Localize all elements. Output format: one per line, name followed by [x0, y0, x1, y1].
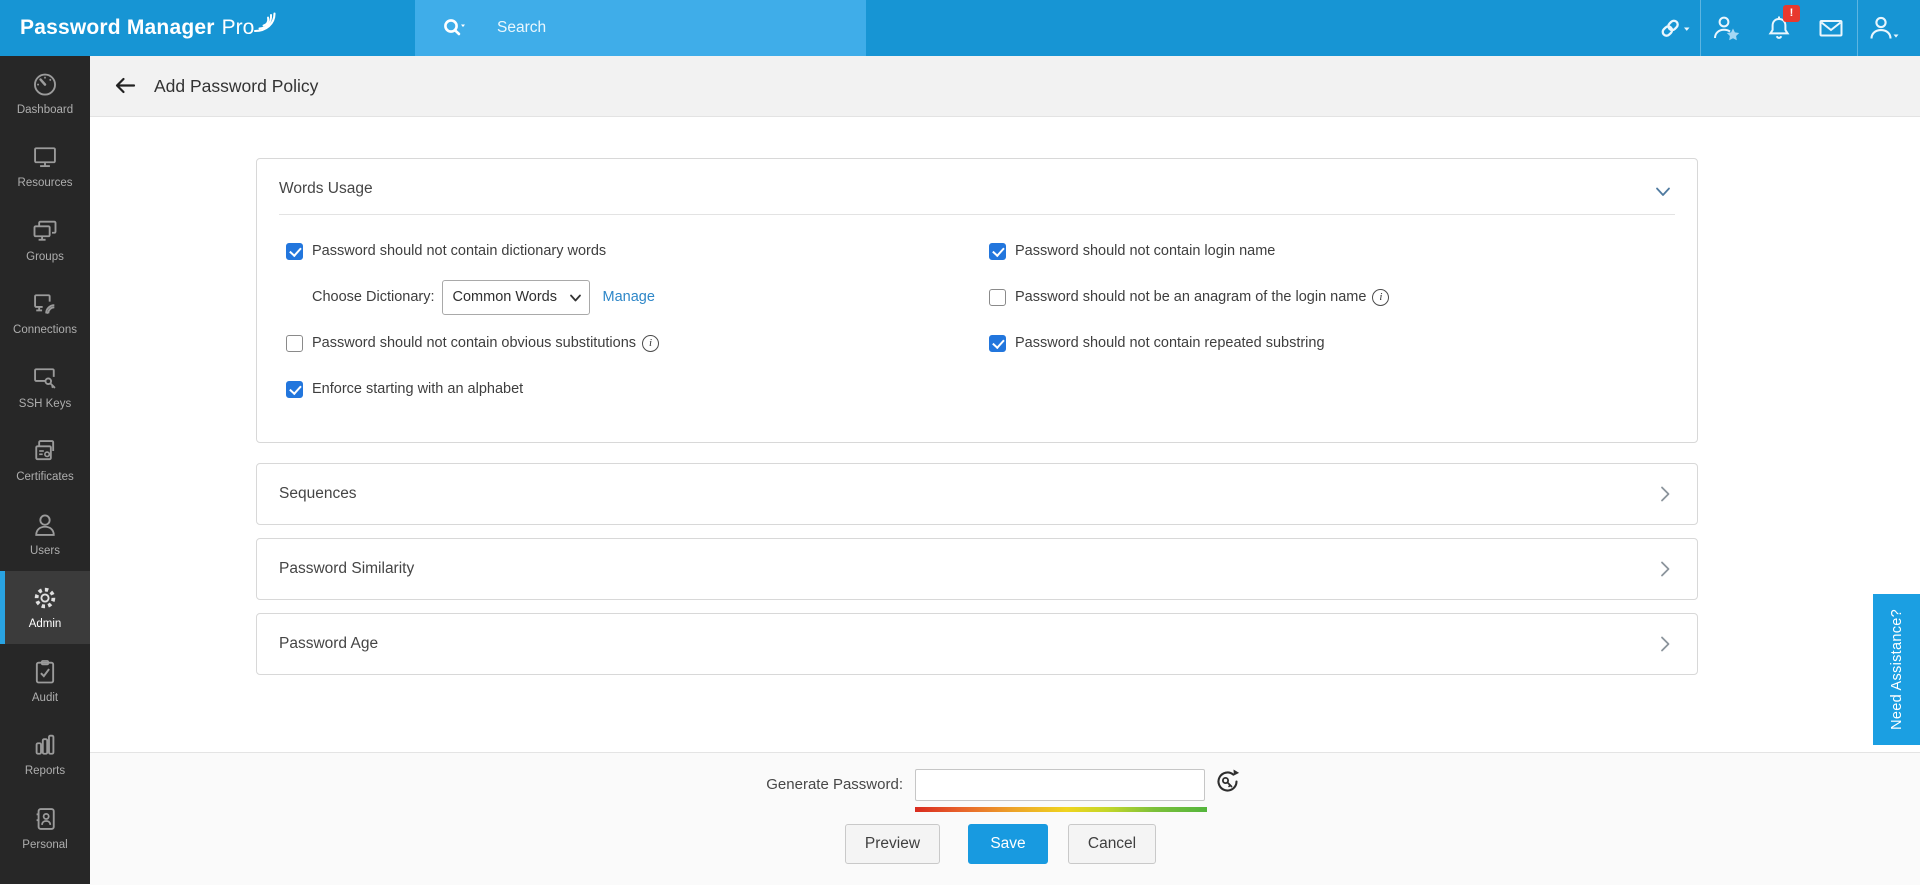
user-favorites-icon[interactable] [1701, 0, 1753, 56]
logo-text-bold: Password Manager [20, 16, 215, 39]
search-input[interactable] [495, 18, 819, 38]
main-content: Words Usage Password should not contain … [90, 117, 1920, 752]
resources-icon [31, 143, 59, 171]
password-age-section[interactable]: Password Age [256, 613, 1698, 675]
connections-icon [31, 290, 59, 318]
section-title: Words Usage [279, 180, 373, 197]
mail-icon[interactable] [1805, 0, 1857, 56]
dashboard-icon [31, 70, 59, 98]
users-icon [31, 511, 59, 539]
info-icon[interactable]: i [1372, 288, 1390, 306]
sidebar-item-reports[interactable]: Reports [0, 718, 90, 792]
chevron-right-icon [1655, 558, 1675, 580]
checkbox-enforce-alphabet[interactable] [286, 380, 303, 398]
section-title: Password Age [279, 635, 379, 652]
option-anagram-login: Password should not be an anagram of the… [989, 274, 1697, 320]
footer-buttons: Preview Save Cancel [845, 824, 1156, 864]
personal-icon [31, 805, 59, 833]
option-label: Password should not be an anagram of the… [1015, 289, 1367, 305]
search-icon[interactable] [441, 16, 467, 40]
account-icon[interactable] [1858, 0, 1910, 56]
option-label: Enforce starting with an alphabet [312, 381, 524, 397]
checkbox-obvious-substitutions[interactable] [286, 334, 303, 352]
search-bar[interactable] [415, 0, 866, 56]
checkbox-repeated-substring[interactable] [989, 334, 1006, 352]
chevron-right-icon [1655, 633, 1675, 655]
page-header: Add Password Policy [90, 56, 1920, 117]
certificates-icon [31, 437, 59, 465]
manage-dictionary-link[interactable]: Manage [603, 289, 655, 305]
page-title: Add Password Policy [154, 75, 319, 96]
need-assistance-tab[interactable]: Need Assistance? [1873, 594, 1920, 745]
save-button[interactable]: Save [968, 824, 1048, 864]
password-link-icon[interactable] [1648, 0, 1700, 56]
sequences-section[interactable]: Sequences [256, 463, 1698, 525]
admin-icon [31, 584, 59, 612]
notification-badge: ! [1783, 5, 1800, 22]
need-assistance-label: Need Assistance? [1888, 609, 1905, 730]
option-enforce-alphabet: Enforce starting with an alphabet [286, 366, 989, 412]
password-similarity-section[interactable]: Password Similarity [256, 538, 1698, 600]
option-label: Password should not contain dictionary w… [312, 243, 607, 259]
choose-dictionary-row: Choose Dictionary: Common Words Manage [312, 274, 989, 320]
option-repeated-substring: Password should not contain repeated sub… [989, 320, 1697, 366]
notifications-icon[interactable]: ! [1753, 0, 1805, 56]
ssh-keys-icon [31, 364, 59, 392]
checkbox-dictionary-words[interactable] [286, 242, 303, 260]
generate-password-label: Generate Password: [766, 776, 903, 793]
sidebar-item-ssh-keys[interactable]: SSH Keys [0, 350, 90, 424]
option-label: Password should not contain repeated sub… [1015, 335, 1325, 351]
cancel-button[interactable]: Cancel [1068, 824, 1156, 864]
password-strength-bar [915, 807, 1207, 812]
option-label: Password should not contain obvious subs… [312, 335, 637, 351]
sidebar-item-dashboard[interactable]: Dashboard [0, 56, 90, 130]
option-dictionary-words: Password should not contain dictionary w… [286, 228, 989, 274]
chevron-right-icon [1655, 483, 1675, 505]
checkbox-login-name[interactable] [989, 242, 1006, 260]
sidebar-item-users[interactable]: Users [0, 497, 90, 571]
section-title: Sequences [279, 485, 357, 502]
generate-password-input[interactable] [915, 769, 1205, 801]
dictionary-select[interactable]: Common Words [441, 279, 590, 315]
reports-icon [31, 731, 59, 759]
words-usage-options: Password should not contain dictionary w… [257, 215, 1697, 412]
footer-bar: Generate Password: Preview Save Cancel [90, 752, 1920, 885]
sidebar-item-admin[interactable]: Admin [0, 570, 90, 644]
chevron-down-icon [1651, 181, 1675, 203]
words-usage-section: Words Usage Password should not contain … [256, 158, 1698, 443]
sidebar: Dashboard Resources Groups Connections S… [0, 56, 90, 884]
section-title: Password Similarity [279, 560, 415, 577]
choose-dictionary-label: Choose Dictionary: [312, 289, 435, 305]
info-icon[interactable]: i [642, 334, 660, 352]
back-button[interactable] [113, 74, 137, 98]
topbar: Password Manager Pro Search ! [0, 0, 1920, 56]
sidebar-item-personal[interactable]: Personal [0, 791, 90, 865]
logo-swirl-icon [251, 7, 277, 33]
topbar-icons: ! [1648, 0, 1910, 56]
app-logo[interactable]: Password Manager Pro [20, 0, 277, 56]
arrow-left-icon [115, 77, 136, 94]
sidebar-item-groups[interactable]: Groups [0, 203, 90, 277]
dictionary-select-wrap: Common Words [441, 279, 590, 315]
sidebar-item-connections[interactable]: Connections [0, 277, 90, 351]
generate-password-icon[interactable] [1214, 768, 1241, 795]
sidebar-item-resources[interactable]: Resources [0, 130, 90, 204]
words-usage-header[interactable]: Words Usage [279, 159, 1675, 215]
option-label: Password should not contain login name [1015, 243, 1276, 259]
preview-button[interactable]: Preview [845, 824, 940, 864]
option-login-name: Password should not contain login name [989, 228, 1697, 274]
sidebar-item-audit[interactable]: Audit [0, 644, 90, 718]
audit-icon [31, 658, 59, 686]
groups-icon [31, 217, 59, 245]
checkbox-anagram-login[interactable] [989, 288, 1006, 306]
logo-text-pro: Pro [221, 16, 255, 39]
sidebar-item-certificates[interactable]: Certificates [0, 424, 90, 498]
option-obvious-substitutions: Password should not contain obvious subs… [286, 320, 989, 366]
